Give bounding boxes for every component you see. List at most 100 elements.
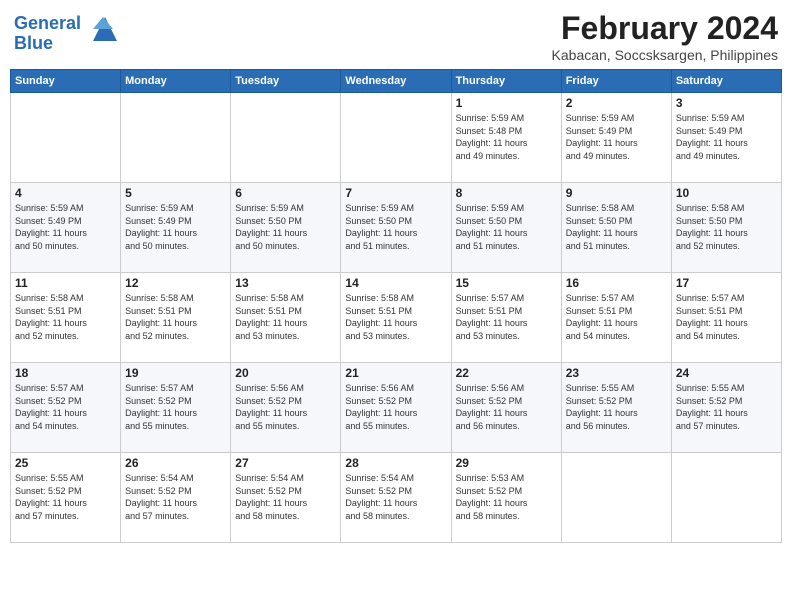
calendar-cell: 25 Sunrise: 5:55 AM Sunset: 5:52 PM Dayli…	[11, 453, 121, 543]
day-number: 25	[15, 456, 116, 470]
header: General Blue February 2024 Kabacan, Socc…	[10, 10, 782, 63]
calendar-cell: 2 Sunrise: 5:59 AM Sunset: 5:49 PM Daylig…	[561, 93, 671, 183]
day-number: 28	[345, 456, 446, 470]
calendar-cell	[561, 453, 671, 543]
day-info: Sunrise: 5:53 AM Sunset: 5:52 PM Dayligh…	[456, 472, 557, 522]
calendar-cell: 16Sunrise: 5:57 AM Sunset: 5:51 PM Dayli…	[561, 273, 671, 363]
day-info: Sunrise: 5:58 AM Sunset: 5:50 PM Dayligh…	[676, 202, 777, 252]
day-number: 29	[456, 456, 557, 470]
day-info: Sunrise: 5:57 AM Sunset: 5:51 PM Dayligh…	[456, 292, 557, 342]
calendar-cell: 18 Sunrise: 5:57 AM Sunset: 5:52 PM Dayli…	[11, 363, 121, 453]
calendar-cell: 29 Sunrise: 5:53 AM Sunset: 5:52 PM Dayli…	[451, 453, 561, 543]
weekday-header-sunday: Sunday	[11, 70, 121, 93]
day-info: Sunrise: 5:58 AM Sunset: 5:51 PM Dayligh…	[125, 292, 226, 342]
day-number: 18	[15, 366, 116, 380]
calendar-cell: 21 Sunrise: 5:56 AM Sunset: 5:52 PM Dayli…	[341, 363, 451, 453]
day-info: Sunrise: 5:56 AM Sunset: 5:52 PM Dayligh…	[345, 382, 446, 432]
day-info: Sunrise: 5:59 AM Sunset: 5:49 PM Dayligh…	[125, 202, 226, 252]
day-info: Sunrise: 5:57 AM Sunset: 5:51 PM Dayligh…	[676, 292, 777, 342]
calendar-cell: 28Sunrise: 5:54 AM Sunset: 5:52 PM Dayli…	[341, 453, 451, 543]
day-number: 5	[125, 186, 226, 200]
day-number: 13	[235, 276, 336, 290]
day-info: Sunrise: 5:55 AM Sunset: 5:52 PM Dayligh…	[566, 382, 667, 432]
day-number: 2	[566, 96, 667, 110]
day-info: Sunrise: 5:57 AM Sunset: 5:52 PM Dayligh…	[15, 382, 116, 432]
day-info: Sunrise: 5:56 AM Sunset: 5:52 PM Dayligh…	[456, 382, 557, 432]
calendar-cell: 23 Sunrise: 5:55 AM Sunset: 5:52 PM Dayli…	[561, 363, 671, 453]
calendar-cell: 6Sunrise: 5:59 AM Sunset: 5:50 PM Daylig…	[231, 183, 341, 273]
calendar-cell: 20 Sunrise: 5:56 AM Sunset: 5:52 PM Dayli…	[231, 363, 341, 453]
calendar-week-3: 11 Sunrise: 5:58 AM Sunset: 5:51 PM Dayli…	[11, 273, 782, 363]
day-number: 24	[676, 366, 777, 380]
day-number: 14	[345, 276, 446, 290]
day-number: 7	[345, 186, 446, 200]
calendar: SundayMondayTuesdayWednesdayThursdayFrid…	[10, 69, 782, 543]
calendar-cell: 24 Sunrise: 5:55 AM Sunset: 5:52 PM Dayli…	[671, 363, 781, 453]
calendar-cell	[341, 93, 451, 183]
day-number: 1	[456, 96, 557, 110]
weekday-header-saturday: Saturday	[671, 70, 781, 93]
calendar-cell: 10 Sunrise: 5:58 AM Sunset: 5:50 PM Dayli…	[671, 183, 781, 273]
calendar-cell: 3Sunrise: 5:59 AM Sunset: 5:49 PM Daylig…	[671, 93, 781, 183]
day-number: 21	[345, 366, 446, 380]
logo-text: General Blue	[14, 14, 81, 54]
day-number: 20	[235, 366, 336, 380]
day-number: 8	[456, 186, 557, 200]
location-title: Kabacan, Soccsksargen, Philippines	[552, 47, 778, 63]
month-title: February 2024	[552, 10, 778, 47]
calendar-week-4: 18 Sunrise: 5:57 AM Sunset: 5:52 PM Dayli…	[11, 363, 782, 453]
day-number: 12	[125, 276, 226, 290]
weekday-header-thursday: Thursday	[451, 70, 561, 93]
day-info: Sunrise: 5:55 AM Sunset: 5:52 PM Dayligh…	[676, 382, 777, 432]
calendar-cell: 12 Sunrise: 5:58 AM Sunset: 5:51 PM Dayli…	[121, 273, 231, 363]
day-number: 6	[235, 186, 336, 200]
day-number: 9	[566, 186, 667, 200]
calendar-cell	[121, 93, 231, 183]
calendar-cell	[11, 93, 121, 183]
day-number: 3	[676, 96, 777, 110]
calendar-cell: 22 Sunrise: 5:56 AM Sunset: 5:52 PM Dayli…	[451, 363, 561, 453]
day-number: 17	[676, 276, 777, 290]
calendar-cell: 8 Sunrise: 5:59 AM Sunset: 5:50 PM Daylig…	[451, 183, 561, 273]
day-info: Sunrise: 5:58 AM Sunset: 5:50 PM Dayligh…	[566, 202, 667, 252]
calendar-cell: 7Sunrise: 5:59 AM Sunset: 5:50 PM Daylig…	[341, 183, 451, 273]
day-number: 4	[15, 186, 116, 200]
calendar-cell: 14Sunrise: 5:58 AM Sunset: 5:51 PM Dayli…	[341, 273, 451, 363]
day-info: Sunrise: 5:59 AM Sunset: 5:48 PM Dayligh…	[456, 112, 557, 162]
calendar-week-2: 4 Sunrise: 5:59 AM Sunset: 5:49 PM Daylig…	[11, 183, 782, 273]
calendar-cell: 5 Sunrise: 5:59 AM Sunset: 5:49 PM Daylig…	[121, 183, 231, 273]
day-number: 10	[676, 186, 777, 200]
day-info: Sunrise: 5:59 AM Sunset: 5:49 PM Dayligh…	[566, 112, 667, 162]
calendar-cell: 15 Sunrise: 5:57 AM Sunset: 5:51 PM Dayli…	[451, 273, 561, 363]
logo-line1: General	[14, 13, 81, 33]
day-number: 11	[15, 276, 116, 290]
day-info: Sunrise: 5:58 AM Sunset: 5:51 PM Dayligh…	[15, 292, 116, 342]
day-info: Sunrise: 5:54 AM Sunset: 5:52 PM Dayligh…	[125, 472, 226, 522]
day-number: 15	[456, 276, 557, 290]
calendar-cell: 26 Sunrise: 5:54 AM Sunset: 5:52 PM Dayli…	[121, 453, 231, 543]
weekday-header-row: SundayMondayTuesdayWednesdayThursdayFrid…	[11, 70, 782, 93]
day-number: 22	[456, 366, 557, 380]
day-number: 26	[125, 456, 226, 470]
day-number: 27	[235, 456, 336, 470]
logo: General Blue	[14, 14, 117, 54]
day-info: Sunrise: 5:55 AM Sunset: 5:52 PM Dayligh…	[15, 472, 116, 522]
day-info: Sunrise: 5:59 AM Sunset: 5:50 PM Dayligh…	[456, 202, 557, 252]
calendar-cell	[231, 93, 341, 183]
day-info: Sunrise: 5:58 AM Sunset: 5:51 PM Dayligh…	[235, 292, 336, 342]
day-number: 19	[125, 366, 226, 380]
logo-line2: Blue	[14, 33, 53, 53]
day-info: Sunrise: 5:54 AM Sunset: 5:52 PM Dayligh…	[235, 472, 336, 522]
day-info: Sunrise: 5:59 AM Sunset: 5:49 PM Dayligh…	[15, 202, 116, 252]
day-number: 16	[566, 276, 667, 290]
calendar-cell: 4 Sunrise: 5:59 AM Sunset: 5:49 PM Daylig…	[11, 183, 121, 273]
day-info: Sunrise: 5:57 AM Sunset: 5:52 PM Dayligh…	[125, 382, 226, 432]
weekday-header-tuesday: Tuesday	[231, 70, 341, 93]
day-info: Sunrise: 5:56 AM Sunset: 5:52 PM Dayligh…	[235, 382, 336, 432]
logo-icon	[85, 13, 117, 46]
day-number: 23	[566, 366, 667, 380]
calendar-week-5: 25 Sunrise: 5:55 AM Sunset: 5:52 PM Dayli…	[11, 453, 782, 543]
calendar-cell: 11 Sunrise: 5:58 AM Sunset: 5:51 PM Dayli…	[11, 273, 121, 363]
calendar-cell: 17 Sunrise: 5:57 AM Sunset: 5:51 PM Dayli…	[671, 273, 781, 363]
title-block: February 2024 Kabacan, Soccsksargen, Phi…	[552, 10, 778, 63]
